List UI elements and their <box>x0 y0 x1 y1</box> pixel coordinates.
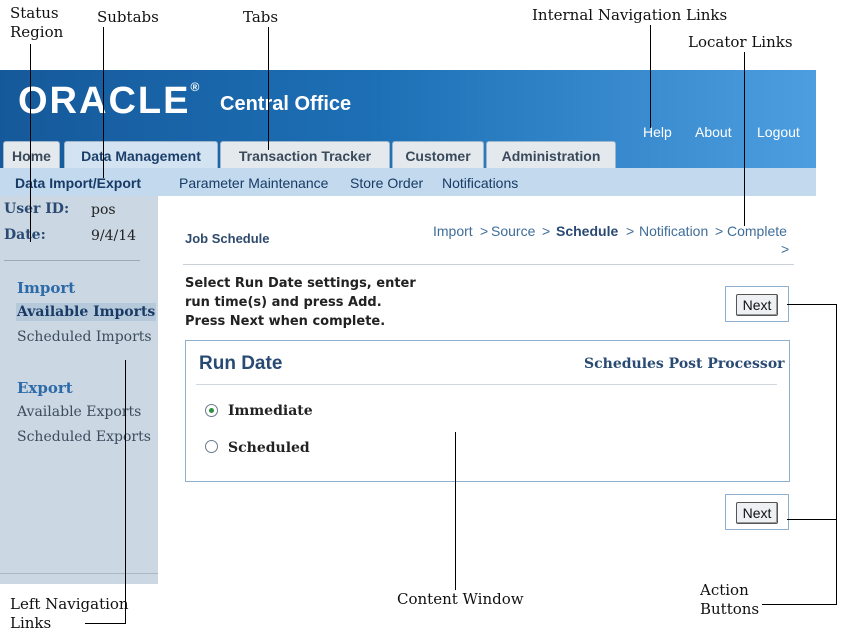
callout-subtabs: Subtabs <box>97 8 159 26</box>
tab-customer[interactable]: Customer <box>392 141 484 169</box>
nav-scheduled-imports[interactable]: Scheduled Imports <box>17 329 152 345</box>
locator-import[interactable]: Import <box>433 223 473 239</box>
leader-locator-links <box>744 52 745 226</box>
instruction-text: Select Run Date settings, enter run time… <box>185 276 416 329</box>
panel-title: Run Date <box>199 353 283 374</box>
locator-complete[interactable]: Complete <box>727 223 787 239</box>
locator-schedule: Schedule <box>556 223 619 239</box>
radio-label-scheduled: Scheduled <box>228 440 310 456</box>
locator-separator: > <box>542 223 551 239</box>
locator-separator: > <box>715 223 724 239</box>
leader-action-vertical <box>836 304 837 605</box>
user-id-value: pos <box>91 202 116 218</box>
locator-notification[interactable]: Notification <box>639 223 708 239</box>
subtab-notifications[interactable]: Notifications <box>442 175 518 191</box>
nav-available-imports[interactable]: Available Imports <box>16 303 157 321</box>
leftnav-bottom-rule <box>0 573 158 574</box>
panel-rule <box>196 384 777 385</box>
next-button-frame-bottom: Next <box>725 494 789 530</box>
tab-transaction-tracker[interactable]: Transaction Tracker <box>220 141 390 169</box>
leader-tabs <box>268 27 269 150</box>
tab-home[interactable]: Home <box>3 141 60 169</box>
subtab-store-order[interactable]: Store Order <box>350 175 423 191</box>
radio-label-immediate: Immediate <box>228 403 313 419</box>
leader-action-h <box>762 604 837 605</box>
title-rule <box>183 264 794 265</box>
tab-administration[interactable]: Administration <box>486 141 616 169</box>
nav-heading-import: Import <box>17 279 76 297</box>
callout-tabs: Tabs <box>243 8 279 26</box>
subtab-parameter-maintenance[interactable]: Parameter Maintenance <box>179 175 328 191</box>
callout-internal-navigation: Internal Navigation Links <box>532 6 728 24</box>
locator-source[interactable]: Source <box>491 223 535 239</box>
leader-left-nav <box>125 360 126 624</box>
date-value: 9/4/14 <box>91 228 137 244</box>
page-title: Job Schedule <box>185 231 270 246</box>
callout-action-buttons: Action Buttons <box>700 581 760 618</box>
status-divider <box>4 260 140 261</box>
leader-content-window <box>455 432 456 590</box>
callout-status-region: Status Region <box>10 4 64 41</box>
nav-heading-export: Export <box>17 379 73 397</box>
leader-status-region <box>30 44 31 242</box>
nav-scheduled-exports[interactable]: Scheduled Exports <box>17 429 151 445</box>
locator-separator: > <box>480 223 489 239</box>
next-button[interactable]: Next <box>736 502 778 524</box>
oracle-logo: ORACLE® <box>18 80 202 122</box>
next-button[interactable]: Next <box>736 294 778 316</box>
leader-action-bottom <box>787 519 837 520</box>
leader-internal-nav <box>650 25 651 128</box>
leader-left-nav-h <box>85 623 126 624</box>
user-id-label: User ID: <box>4 201 70 217</box>
leader-subtabs <box>103 27 104 178</box>
logout-link[interactable]: Logout <box>757 124 800 140</box>
leader-action-top <box>787 304 837 305</box>
nav-available-exports[interactable]: Available Exports <box>17 404 141 420</box>
radio-scheduled[interactable] <box>205 440 218 453</box>
tab-data-management[interactable]: Data Management <box>64 141 218 169</box>
next-button-frame-top: Next <box>725 286 789 322</box>
radio-immediate[interactable] <box>205 404 218 417</box>
about-link[interactable]: About <box>695 124 732 140</box>
help-link[interactable]: Help <box>643 124 672 140</box>
locator-separator: > <box>626 223 635 239</box>
callout-locator-links: Locator Links <box>688 33 793 51</box>
app-title: Central Office <box>220 93 352 115</box>
schedules-post-processor-link[interactable]: Schedules Post Processor <box>584 356 785 372</box>
callout-content-window: Content Window <box>397 590 524 608</box>
date-label: Date: <box>4 227 46 243</box>
locator-separator: > <box>781 241 790 257</box>
callout-left-navigation: Left Navigation Links <box>10 595 129 632</box>
subtab-data-import-export[interactable]: Data Import/Export <box>15 175 141 191</box>
